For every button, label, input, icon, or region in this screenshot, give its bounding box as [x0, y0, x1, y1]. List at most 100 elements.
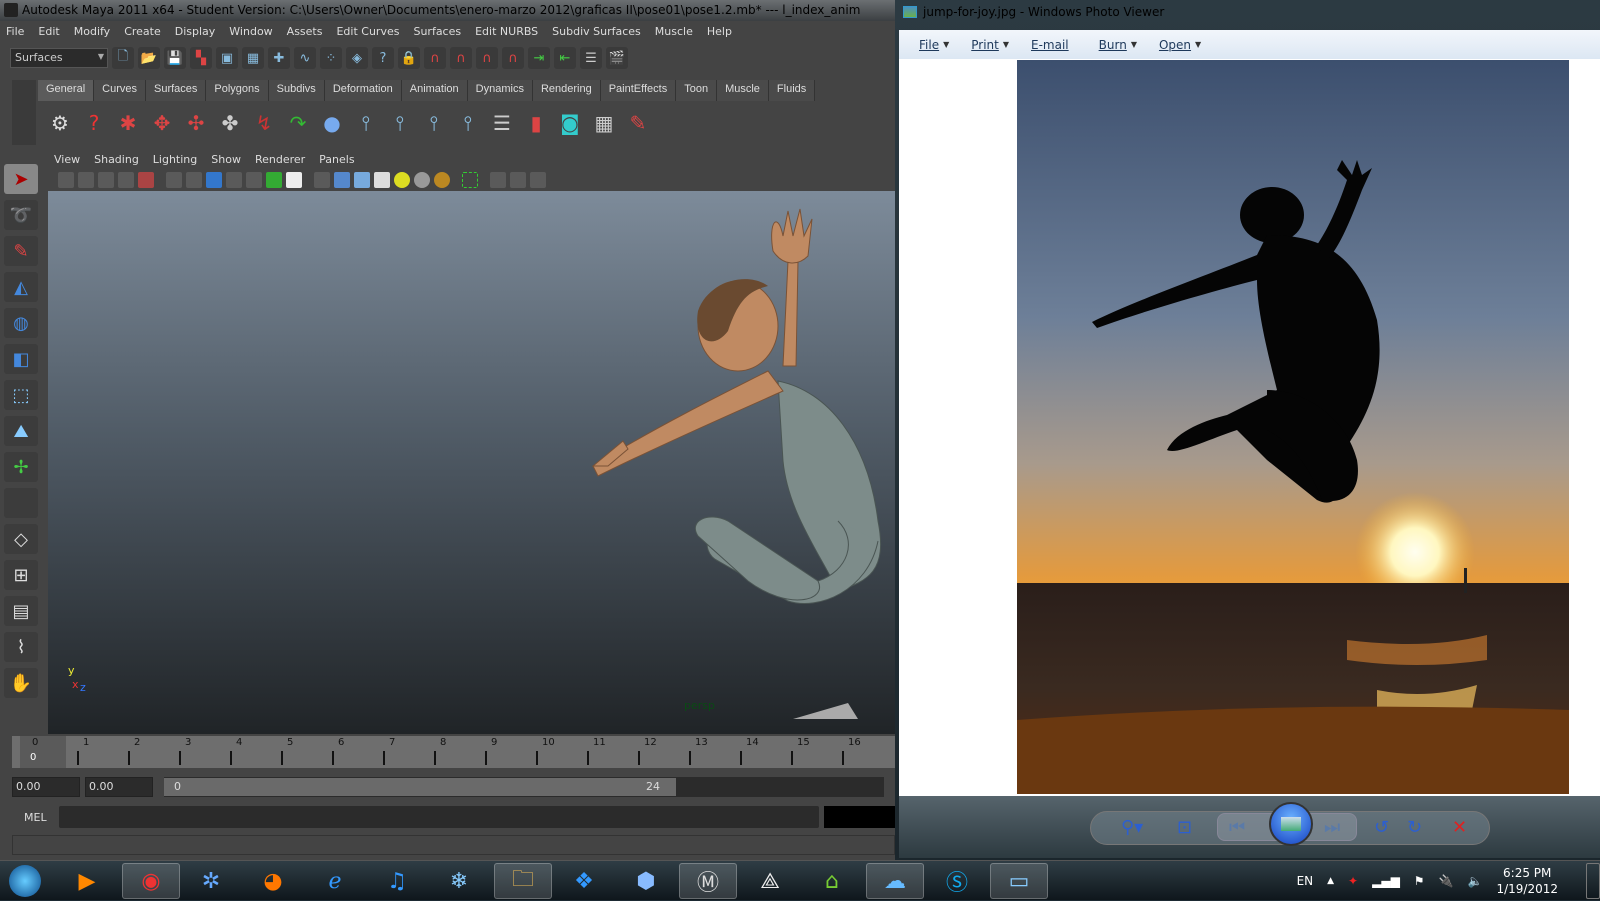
menu-email[interactable]: E-mail: [1031, 38, 1069, 52]
film-gate-icon[interactable]: [186, 172, 202, 188]
frame-icon[interactable]: [138, 172, 154, 188]
joint-chain-1-icon[interactable]: ⫯: [352, 109, 380, 137]
new-scene-icon[interactable]: 🗋: [112, 47, 134, 69]
dropbox-icon[interactable]: ❖: [555, 863, 613, 899]
playback-start-field[interactable]: 0.00: [85, 777, 153, 797]
cube-app-icon[interactable]: ⬢: [617, 863, 675, 899]
language-indicator[interactable]: EN: [1297, 874, 1314, 888]
action-center-flag-icon[interactable]: ⚑: [1414, 874, 1425, 888]
clock[interactable]: 6:25 PM 1/19/2012: [1496, 865, 1558, 897]
image-plane-icon[interactable]: [118, 172, 134, 188]
output-icon[interactable]: ⇤: [554, 47, 576, 69]
photo-viewer-taskbar-icon[interactable]: ▭: [990, 863, 1048, 899]
viewport-menu-panels[interactable]: Panels: [319, 153, 354, 170]
ik-spline-icon[interactable]: ✣: [182, 109, 210, 137]
rotate-cw-icon[interactable]: ↻: [1407, 817, 1422, 838]
menu-subdiv-surfaces[interactable]: Subdiv Surfaces: [552, 25, 641, 43]
snap-view-icon[interactable]: ◈: [346, 47, 368, 69]
show-manipulator-icon[interactable]: ✢: [4, 452, 38, 482]
joint-chain-4-icon[interactable]: ⫯: [454, 109, 482, 137]
file-explorer-icon[interactable]: 🗀: [494, 863, 552, 899]
menu-surfaces[interactable]: Surfaces: [413, 25, 461, 43]
lock-icon[interactable]: 🔒: [398, 47, 420, 69]
volume-icon[interactable]: 🔈: [1468, 874, 1483, 888]
paint-brush-icon[interactable]: ✎: [624, 109, 652, 137]
menu-file[interactable]: File: [6, 25, 24, 43]
smooth-shade-icon[interactable]: [334, 172, 350, 188]
textured-icon[interactable]: [374, 172, 390, 188]
select-hierarchy-icon[interactable]: ▚: [190, 47, 212, 69]
shelf-tab-deformation[interactable]: Deformation: [324, 80, 402, 101]
menu-display[interactable]: Display: [175, 25, 216, 43]
menu-assets[interactable]: Assets: [287, 25, 323, 43]
blue-sphere-box-icon[interactable]: ◙: [556, 109, 584, 137]
render-icon[interactable]: ∩: [450, 47, 472, 69]
shelf-tab-animation[interactable]: Animation: [401, 80, 468, 101]
show-hidden-icons-icon[interactable]: ▲: [1327, 876, 1334, 886]
shelf-tab-curves[interactable]: Curves: [94, 80, 146, 101]
save-scene-icon[interactable]: 💾: [164, 47, 186, 69]
select-object-icon[interactable]: ▣: [216, 47, 238, 69]
viewport-menu-show[interactable]: Show: [211, 153, 241, 170]
last-tool-icon[interactable]: [4, 488, 38, 518]
firefox-icon[interactable]: ◕: [244, 863, 302, 899]
slideshow-button[interactable]: [1269, 802, 1313, 846]
ipr-render-icon[interactable]: ∩: [476, 47, 498, 69]
open-dropdown-icon[interactable]: ▼: [1195, 40, 1201, 49]
select-tool-icon[interactable]: ➤: [4, 164, 38, 194]
xray-joints-icon[interactable]: [510, 172, 526, 188]
ik-handle-icon[interactable]: ✥: [148, 109, 176, 137]
shelf-tab-polygons[interactable]: Polygons: [206, 80, 269, 101]
actual-size-icon[interactable]: ⊡: [1177, 817, 1192, 838]
shelf-tab-toon[interactable]: Toon: [676, 80, 718, 101]
channel-box-icon[interactable]: 🎬: [606, 47, 628, 69]
snap-point-icon[interactable]: ⁘: [320, 47, 342, 69]
time-slider[interactable]: 0 0 1 2 3 4 5 6 7 8 9 10 11 12 13 14 15 16: [12, 736, 895, 768]
file-dropdown-icon[interactable]: ▼: [943, 40, 949, 49]
shelf-tab-subdivs[interactable]: Subdivs: [268, 80, 325, 101]
hand-icon[interactable]: ✋: [4, 668, 38, 698]
default-light-icon[interactable]: [394, 172, 410, 188]
constraint-icon[interactable]: ▮: [522, 109, 550, 137]
shelf-tab-muscle[interactable]: Muscle: [717, 80, 769, 101]
wireframe-on-shaded-icon[interactable]: [354, 172, 370, 188]
attribute-editor-icon[interactable]: ☰: [580, 47, 602, 69]
sphere-icon[interactable]: ●: [318, 109, 346, 137]
curve-green-icon[interactable]: ↷: [284, 109, 312, 137]
burn-dropdown-icon[interactable]: ▼: [1131, 40, 1137, 49]
menu-modify[interactable]: Modify: [74, 25, 110, 43]
zoom-icon[interactable]: ⚲▾: [1121, 817, 1143, 838]
previous-icon[interactable]: ⏮: [1229, 817, 1245, 838]
menu-print[interactable]: Print: [971, 38, 999, 52]
snap-grid-icon[interactable]: ✚: [268, 47, 290, 69]
share-icon[interactable]: [530, 172, 546, 188]
start-button[interactable]: [0, 863, 50, 899]
all-lights-icon[interactable]: [414, 172, 430, 188]
lasso-tool-icon[interactable]: ➰: [4, 200, 38, 230]
viewport-menu-lighting[interactable]: Lighting: [153, 153, 197, 170]
skin-bind-icon[interactable]: ✤: [216, 109, 244, 137]
chrome-icon[interactable]: ◉: [122, 863, 180, 899]
cube-grid-icon[interactable]: ▦: [590, 109, 618, 137]
persp-viewport[interactable]: y x z persp: [48, 191, 895, 734]
rotate-ccw-icon[interactable]: ↺: [1374, 817, 1389, 838]
snap-curve-icon[interactable]: ∿: [294, 47, 316, 69]
shelf-tab-dynamics[interactable]: Dynamics: [467, 80, 533, 101]
soft-mod-icon[interactable]: ⛰: [4, 416, 38, 446]
joint-tool-icon[interactable]: ✱: [114, 109, 142, 137]
unity-icon[interactable]: ⟁: [741, 863, 799, 899]
open-scene-icon[interactable]: 📂: [138, 47, 160, 69]
gate-mask-icon[interactable]: [226, 172, 242, 188]
next-icon[interactable]: ⏭: [1324, 817, 1340, 838]
view-cube-fragment[interactable]: [793, 703, 858, 719]
safari-icon[interactable]: ✲: [182, 863, 240, 899]
joint-chain-2-icon[interactable]: ⫯: [386, 109, 414, 137]
film-reel-icon[interactable]: ⚙: [46, 109, 74, 137]
red-tray-app-icon[interactable]: ✦: [1348, 874, 1358, 888]
rotate-tool-icon[interactable]: ◍: [4, 308, 38, 338]
select-component-icon[interactable]: ▦: [242, 47, 264, 69]
field-chart-icon[interactable]: [246, 172, 262, 188]
show-desktop-button[interactable]: [1586, 863, 1600, 899]
outliner-icon[interactable]: ☰: [488, 109, 516, 137]
menu-create[interactable]: Create: [124, 25, 161, 43]
